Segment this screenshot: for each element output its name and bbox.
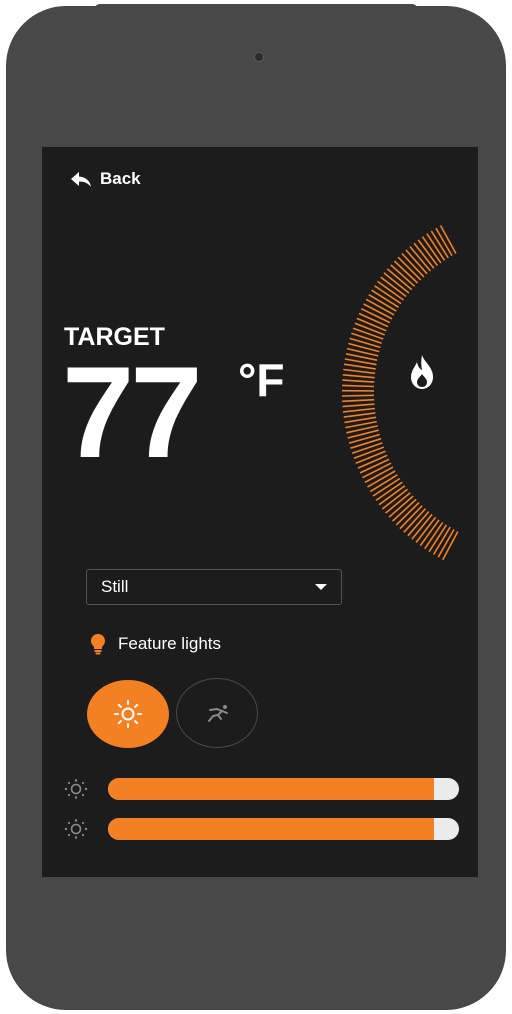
dial-tick bbox=[349, 337, 381, 349]
dial-tick bbox=[350, 437, 382, 449]
brightness-slider-row-1 bbox=[60, 778, 464, 800]
dial-tick bbox=[343, 368, 376, 375]
back-button[interactable]: Back bbox=[70, 169, 141, 189]
brightness-icon bbox=[60, 778, 92, 800]
dial-tick bbox=[343, 412, 376, 418]
dial-tick bbox=[342, 384, 375, 388]
dial-tick bbox=[342, 374, 375, 379]
dial-tick bbox=[343, 363, 376, 370]
back-label: Back bbox=[100, 169, 141, 188]
dial-tick bbox=[342, 398, 375, 403]
camera-icon bbox=[254, 52, 264, 62]
sun-icon bbox=[114, 700, 142, 728]
temperature-unit: °F bbox=[238, 354, 285, 406]
thermostat-screen: Back TARGET 77 °F Still Feature lights bbox=[42, 147, 478, 877]
brightness-slider-1[interactable] bbox=[108, 778, 459, 800]
dial-tick bbox=[353, 446, 385, 459]
dial-tick bbox=[342, 407, 375, 413]
mode-dropdown-value: Still bbox=[101, 577, 129, 596]
dial-tick bbox=[351, 442, 383, 454]
dial-tick bbox=[342, 403, 375, 408]
brightness-slider-fill-2 bbox=[108, 818, 435, 840]
brightness-slider-fill-1 bbox=[108, 778, 435, 800]
chevron-down-icon bbox=[315, 584, 327, 590]
flame-icon bbox=[411, 355, 433, 389]
lightbulb-icon bbox=[91, 634, 105, 655]
mode-dropdown[interactable]: Still bbox=[86, 569, 342, 605]
brightness-slider-2[interactable] bbox=[108, 818, 459, 840]
light-mode-motion-button[interactable] bbox=[176, 678, 258, 748]
brightness-icon bbox=[60, 818, 92, 840]
dial-tick bbox=[344, 416, 377, 424]
dial-tick bbox=[342, 379, 375, 383]
dial-tick bbox=[352, 327, 384, 340]
target-temperature: 77 bbox=[62, 339, 203, 485]
feature-lights-header: Feature lights bbox=[90, 633, 221, 655]
dial-tick bbox=[351, 332, 382, 344]
motion-icon bbox=[208, 705, 228, 722]
light-mode-sun-button[interactable] bbox=[87, 680, 169, 748]
dial-tick bbox=[341, 394, 375, 397]
phone-top-edge bbox=[94, 4, 418, 18]
temperature-dial[interactable] bbox=[332, 182, 478, 602]
brightness-slider-row-2 bbox=[60, 818, 464, 840]
feature-lights-label: Feature lights bbox=[118, 634, 221, 653]
back-arrow-icon bbox=[71, 172, 91, 187]
